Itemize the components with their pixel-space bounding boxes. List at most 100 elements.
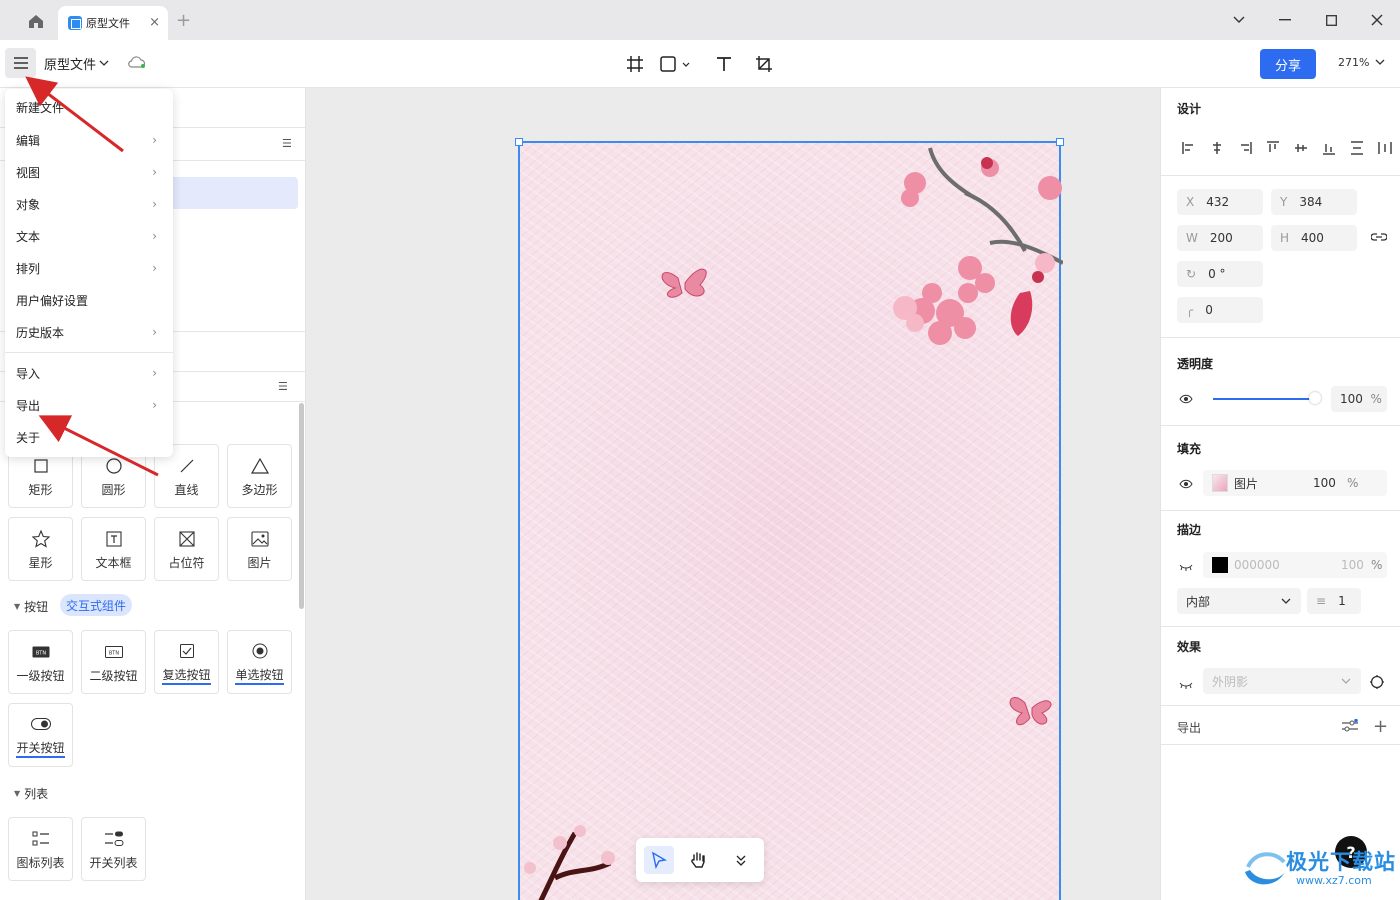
opacity-slider-knob[interactable] xyxy=(1309,392,1321,404)
section-list-header[interactable]: ▼ 列表 xyxy=(14,785,48,802)
resize-handle-top-left[interactable] xyxy=(515,138,523,146)
effect-settings-icon[interactable] xyxy=(1369,674,1385,693)
menu-item-view[interactable]: 视图 › xyxy=(5,156,173,188)
align-center-v-icon[interactable] xyxy=(1287,141,1315,155)
stroke-opacity: 100 xyxy=(1341,558,1364,572)
layer-collapse-icon[interactable]: ☰ xyxy=(282,137,292,150)
component-toggle-button[interactable]: 开关按钮 xyxy=(8,703,73,767)
shape-star[interactable]: 星形 xyxy=(8,517,73,581)
component-primary-button[interactable]: BTN 一级按钮 xyxy=(8,630,73,694)
maximize-icon[interactable] xyxy=(1316,8,1346,32)
component-icon-list[interactable]: 图标列表 xyxy=(8,817,73,881)
share-button[interactable]: 分享 xyxy=(1260,49,1316,79)
w-label: W xyxy=(1186,231,1198,245)
h-value: 400 xyxy=(1301,231,1324,245)
tab-prototype-file[interactable]: 原型文件 × xyxy=(58,6,168,40)
rotation-field[interactable]: ↻ 0 ° xyxy=(1177,261,1263,287)
minimize-icon[interactable] xyxy=(1270,8,1300,32)
zoom-dropdown[interactable]: 271% xyxy=(1338,56,1385,69)
library-collapse-icon[interactable]: ☰ xyxy=(278,380,288,393)
component-switch-list[interactable]: 开关列表 xyxy=(81,817,146,881)
y-position-field[interactable]: Y 384 xyxy=(1271,189,1357,215)
menu-item-label: 历史版本 xyxy=(16,325,65,340)
text-tool-icon[interactable] xyxy=(713,53,735,75)
align-bottom-icon[interactable] xyxy=(1315,141,1343,155)
frame-tool-icon[interactable] xyxy=(624,53,646,75)
close-window-icon[interactable] xyxy=(1362,8,1392,32)
resize-handle-top-right[interactable] xyxy=(1056,138,1064,146)
eye-icon[interactable] xyxy=(1179,393,1193,407)
divider xyxy=(1161,744,1400,745)
menu-item-text[interactable]: 文本 › xyxy=(5,220,173,252)
canvas-floating-toolbar xyxy=(636,838,764,882)
menu-item-object[interactable]: 对象 › xyxy=(5,188,173,220)
effect-type-select[interactable]: 外阴影 xyxy=(1203,668,1361,694)
menu-item-arrange[interactable]: 排列 › xyxy=(5,252,173,284)
more-tools-icon[interactable] xyxy=(726,846,756,874)
shape-polygon[interactable]: 多边形 xyxy=(227,444,292,508)
eye-hidden-icon[interactable] xyxy=(1179,678,1193,692)
fill-field[interactable]: 图片 100 % xyxy=(1203,470,1387,496)
corner-radius-field[interactable]: ╭ 0 xyxy=(1177,297,1263,323)
menu-item-about[interactable]: 关于 xyxy=(5,421,173,453)
shape-label: 星形 xyxy=(28,555,53,570)
divider xyxy=(1161,705,1400,706)
chevron-down-icon xyxy=(1341,678,1351,684)
height-field[interactable]: H 400 xyxy=(1271,225,1357,251)
align-right-icon[interactable] xyxy=(1231,141,1259,155)
document-name-dropdown[interactable]: 原型文件 xyxy=(44,54,109,73)
width-field[interactable]: W 200 xyxy=(1177,225,1263,251)
eye-icon[interactable] xyxy=(1179,478,1193,492)
eye-hidden-icon[interactable] xyxy=(1179,560,1193,574)
menu-item-new-file[interactable]: 新建文件 xyxy=(5,91,173,123)
shape-image[interactable]: 图片 xyxy=(227,517,292,581)
menu-item-export[interactable]: 导出 › xyxy=(5,389,173,421)
menu-item-history[interactable]: 历史版本 › xyxy=(5,316,173,348)
constrain-proportions-icon[interactable] xyxy=(1370,231,1388,246)
menu-item-preferences[interactable]: 用户偏好设置 xyxy=(5,284,173,316)
component-checkbox-button[interactable]: 复选按钮 xyxy=(154,630,219,694)
canvas[interactable] xyxy=(306,88,1160,900)
interactive-components-chip[interactable]: 交互式组件 xyxy=(60,594,133,616)
distribute-vertical-icon[interactable] xyxy=(1343,141,1371,155)
divider xyxy=(1161,510,1400,511)
distribute-horizontal-icon[interactable] xyxy=(1371,141,1399,155)
star-icon xyxy=(31,528,50,550)
crop-tool-icon[interactable] xyxy=(753,53,775,75)
menu-item-label: 用户偏好设置 xyxy=(16,293,89,308)
cherry-blossom-artwork xyxy=(524,147,1063,900)
hand-tool-icon[interactable] xyxy=(683,846,713,874)
chevron-down-icon[interactable] xyxy=(1224,8,1254,32)
menu-item-import[interactable]: 导入 › xyxy=(5,357,173,389)
shape-textbox[interactable]: 文本框 xyxy=(81,517,146,581)
align-center-h-icon[interactable] xyxy=(1203,141,1231,155)
icon-list-icon xyxy=(32,828,50,850)
y-value: 384 xyxy=(1299,195,1323,209)
selected-layer-row[interactable] xyxy=(160,177,298,209)
tab-close-icon[interactable]: × xyxy=(149,15,160,30)
opacity-slider-track[interactable] xyxy=(1213,398,1313,400)
select-tool-icon[interactable] xyxy=(644,846,674,874)
shape-placeholder[interactable]: 占位符 xyxy=(154,517,219,581)
chevron-right-icon: › xyxy=(152,261,157,275)
section-buttons-header[interactable]: ▼ 按钮 xyxy=(14,598,48,615)
align-top-icon[interactable] xyxy=(1259,141,1287,155)
shape-tool-icon[interactable] xyxy=(657,53,697,75)
stroke-width-field[interactable]: ≡ 1 xyxy=(1307,588,1361,614)
cloud-sync-icon[interactable] xyxy=(127,55,147,72)
home-icon[interactable] xyxy=(22,10,50,32)
opacity-field[interactable]: 100 % xyxy=(1331,386,1387,412)
stroke-field[interactable]: 000000 100 % xyxy=(1203,552,1387,578)
add-export-icon[interactable]: + xyxy=(1373,716,1388,737)
component-radio-button[interactable]: 单选按钮 xyxy=(227,630,292,694)
left-panel-scrollbar[interactable] xyxy=(299,403,304,609)
stroke-position-select[interactable]: 内部 xyxy=(1177,588,1301,614)
align-left-icon[interactable] xyxy=(1175,141,1203,155)
main-menu-button[interactable] xyxy=(5,48,36,78)
new-tab-icon[interactable]: + xyxy=(176,10,191,31)
menu-item-edit[interactable]: 编辑 › xyxy=(5,124,173,156)
component-secondary-button[interactable]: BTN 二级按钮 xyxy=(81,630,146,694)
x-position-field[interactable]: X 432 xyxy=(1177,189,1263,215)
selected-image-layer[interactable] xyxy=(515,138,1064,900)
export-settings-icon[interactable] xyxy=(1341,718,1359,736)
